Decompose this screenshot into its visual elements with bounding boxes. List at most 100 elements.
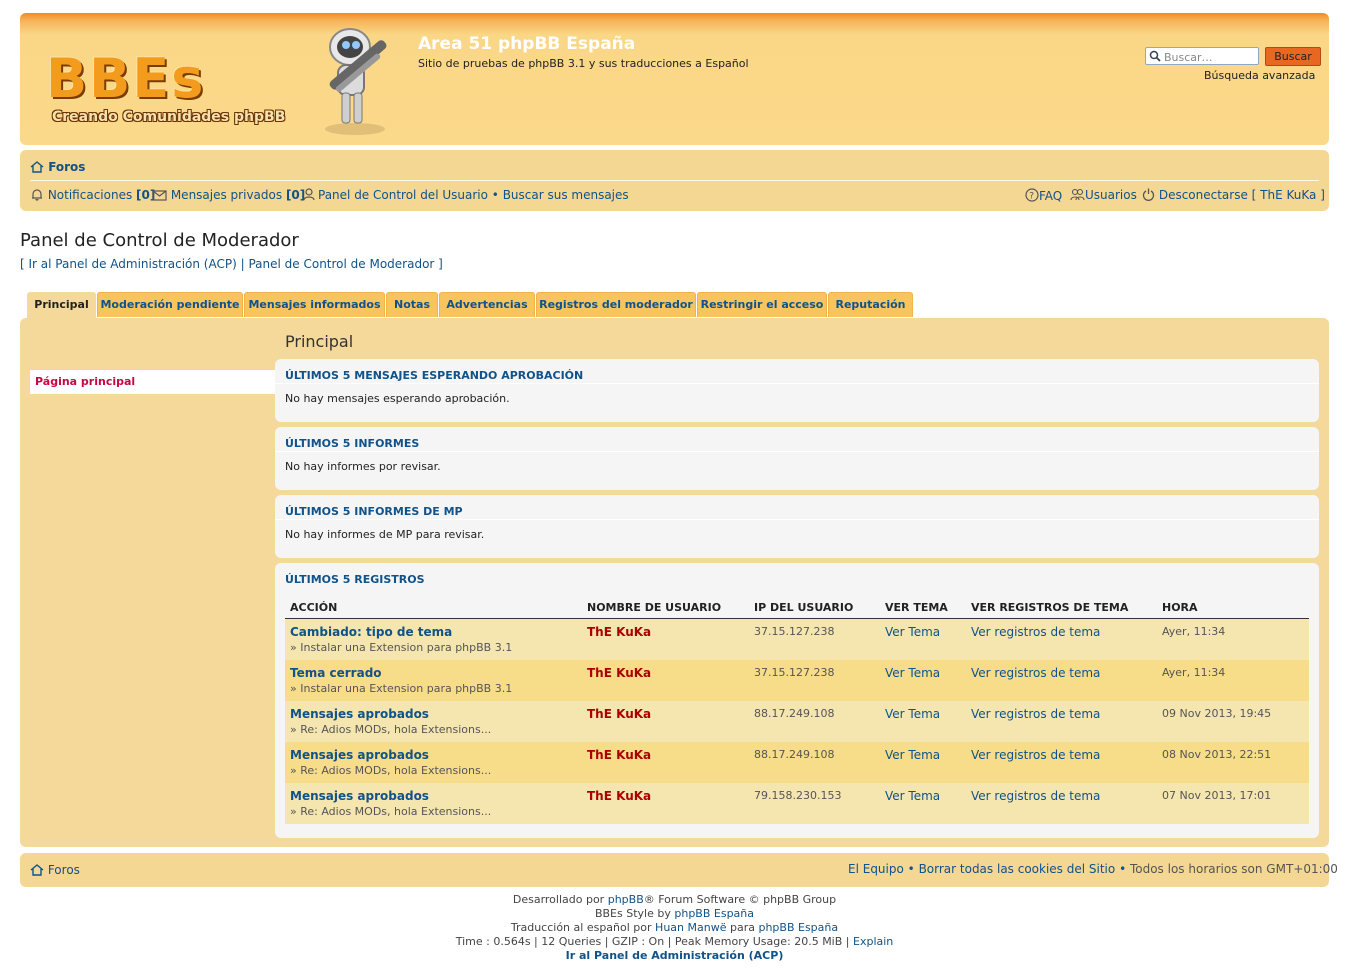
box-reports: ÚLTIMOS 5 INFORMES No hay informes por r… [275,427,1319,490]
footer-home-link[interactable]: Foros [48,863,80,877]
translator-link[interactable]: Huan Manwë [655,921,726,934]
site-title[interactable]: Area 51 phpBB España [418,34,635,54]
tab-reputacion[interactable]: Reputación [828,292,913,317]
action-title: Mensajes aprobados [290,707,429,721]
username-link[interactable]: ThE KuKa [587,707,651,721]
column-header: IP DEL USUARIO [749,596,880,619]
footer-acp-link[interactable]: Ir al Panel de Administración (ACP) [566,949,784,962]
topic-link[interactable]: » Re: Adios MODs, hola Extensions... [290,764,582,777]
view-topic-link[interactable]: Ver Tema [885,666,940,680]
view-topic-link[interactable]: Ver Tema [885,625,940,639]
bullet-separator: • [1119,862,1127,876]
bell-icon [32,189,42,201]
box-title: ÚLTIMOS 5 INFORMES [285,437,420,450]
user-ip: 79.158.230.153 [754,789,842,802]
tab-registros-moderador[interactable]: Registros del moderador [536,292,696,317]
user-card-icon [303,188,315,201]
log-time: Ayer, 11:34 [1162,666,1226,679]
faq-label[interactable]: FAQ [1039,189,1062,203]
tab-advertencias[interactable]: Advertencias [439,292,535,317]
topic-link[interactable]: » Instalar una Extension para phpBB 3.1 [290,682,582,695]
tab-mensajes-informados[interactable]: Mensajes informados [244,292,385,317]
own-posts-link[interactable]: Buscar sus mensajes [503,188,629,202]
box-text: No hay mensajes esperando aprobación. [285,392,510,405]
view-topic-logs-link[interactable]: Ver registros de tema [971,625,1100,639]
translation-site-link[interactable]: phpBB España [758,921,838,934]
action-title: Mensajes aprobados [290,789,429,803]
navbar: Foros Notificaciones [0] Mensajes privad… [20,150,1329,211]
log-time: 07 Nov 2013, 17:01 [1162,789,1272,802]
tab-principal[interactable]: Principal [27,292,96,319]
mcp-link[interactable]: Panel de Control de Moderador [248,257,434,271]
view-topic-link[interactable]: Ver Tema [885,748,940,762]
breadcrumb-home[interactable]: Foros [48,160,85,174]
column-header: NOMBRE DE USUARIO [582,596,749,619]
tab-restringir-acceso[interactable]: Restringir el acceso [697,292,827,317]
action-cell: Mensajes aprobados » Re: Adios MODs, hola… [285,742,582,783]
translation-pre: Traducción al español por [510,921,652,934]
username-link[interactable]: ThE KuKa [587,748,651,762]
search-input[interactable]: Buscar… [1145,47,1259,65]
action-cell: Mensajes aprobados » Re: Adios MODs, hola… [285,701,582,742]
username-link[interactable]: ThE KuKa [587,666,651,680]
table-header-row: ACCIÓN NOMBRE DE USUARIO IP DEL USUARIO … [285,596,1309,619]
navbar-divider [30,180,1319,181]
debug-text: Time : 0.564s | 12 Queries | GZIP : On |… [455,935,850,948]
tab-notas[interactable]: Notas [386,292,438,317]
divider [275,451,1319,452]
ucp-label[interactable]: Panel de Control del Usuario [318,188,488,202]
box-pm-reports: ÚLTIMOS 5 INFORMES DE MP No hay informes… [275,495,1319,558]
site-description: Sitio de pruebas de phpBB 3.1 y sus trad… [418,57,749,70]
tab-moderacion-pendiente[interactable]: Moderación pendiente [97,292,243,317]
breadcrumb[interactable]: Foros [30,160,85,174]
action-cell: Cambiado: tipo de tema » Instalar una Ext… [285,618,582,660]
delete-cookies-link[interactable]: Borrar todas las cookies del Sitio [919,862,1116,876]
column-header: ACCIÓN [285,596,582,619]
view-topic-logs-link[interactable]: Ver registros de tema [971,789,1100,803]
advanced-search-link[interactable]: Búsqueda avanzada [1204,69,1315,82]
box-title: ÚLTIMOS 5 MENSAJES ESPERANDO APROBACIÓN [285,369,584,382]
user-ip: 88.17.249.108 [754,707,835,720]
private-messages-link[interactable]: Mensajes privados [0] [152,188,305,202]
notifications-link[interactable]: Notificaciones [0] [30,188,155,202]
table-row: Mensajes aprobados » Re: Adios MODs, hola… [285,701,1309,742]
pm-label[interactable]: Mensajes privados [171,188,282,202]
column-header: VER REGISTROS DE TEMA [966,596,1157,619]
column-header: VER TEMA [880,596,966,619]
sidebar-item-pagina-principal[interactable]: Página principal [30,370,275,394]
logs-table: ACCIÓN NOMBRE DE USUARIO IP DEL USUARIO … [285,596,1309,824]
page-title: Panel de Control de Moderador [20,230,299,251]
footer-navbar: Foros El Equipo • Borrar todas las cooki… [20,853,1338,887]
members-label[interactable]: Usuarios [1085,188,1137,202]
site-logo[interactable]: BBEs Creando Comunidades phpBB [46,41,296,131]
phpbb-link[interactable]: phpBB [608,893,644,906]
credits-acp: Ir al Panel de Administración (ACP) [0,949,1349,962]
translation-mid: para [729,921,755,934]
members-link[interactable]: Usuarios [1070,188,1137,202]
username-link[interactable]: ThE KuKa [587,789,651,803]
footer-breadcrumb[interactable]: Foros [30,863,80,877]
view-topic-logs-link[interactable]: Ver registros de tema [971,748,1100,762]
username-link[interactable]: ThE KuKa [587,625,651,639]
notifications-label[interactable]: Notificaciones [48,188,132,202]
explain-link[interactable]: Explain [853,935,893,948]
question-icon: ? [1025,188,1039,202]
topic-link[interactable]: » Re: Adios MODs, hola Extensions... [290,723,582,736]
view-topic-logs-link[interactable]: Ver registros de tema [971,707,1100,721]
logout-link[interactable]: Desconectarse [ ThE KuKa ] [1142,188,1325,202]
view-topic-logs-link[interactable]: Ver registros de tema [971,666,1100,680]
style-author-link[interactable]: phpBB España [674,907,754,920]
view-topic-link[interactable]: Ver Tema [885,789,940,803]
topic-link[interactable]: » Instalar una Extension para phpBB 3.1 [290,641,582,654]
team-link[interactable]: El Equipo [848,862,904,876]
topic-link[interactable]: » Re: Adios MODs, hola Extensions... [290,805,582,818]
user-ip: 37.15.127.238 [754,666,835,679]
search-button[interactable]: Buscar [1265,47,1321,66]
ucp-link[interactable]: Panel de Control del Usuario • Buscar su… [303,188,629,202]
logout-label[interactable]: Desconectarse [ ThE KuKa ] [1159,188,1325,202]
robot-mascot-icon [325,28,387,135]
users-icon [1070,188,1085,201]
faq-link[interactable]: ? FAQ [1025,188,1062,203]
view-topic-link[interactable]: Ver Tema [885,707,940,721]
acp-link[interactable]: Ir al Panel de Administración (ACP) [29,257,237,271]
